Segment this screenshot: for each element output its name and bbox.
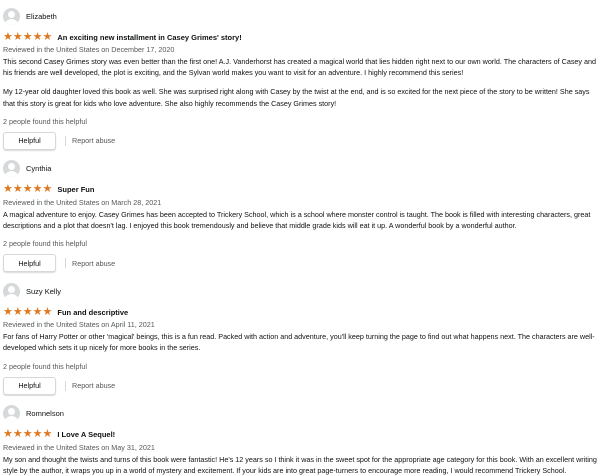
- helpful-button[interactable]: Helpful: [3, 131, 56, 150]
- reviews-list: Elizabeth ★ ★ ★ ★ ★ An exciting new installm…: [0, 0, 597, 476]
- star-icon: ★: [12, 428, 23, 441]
- default-profile-icon: [3, 7, 20, 25]
- star-icon: ★: [32, 30, 43, 43]
- report-abuse-link[interactable]: Report abuse: [72, 259, 115, 268]
- star-icon: ★: [32, 428, 43, 441]
- report-abuse-link[interactable]: Report abuse: [72, 381, 115, 390]
- star-icon: ★: [3, 183, 13, 196]
- helpful-button[interactable]: Helpful: [3, 376, 56, 395]
- divider: [65, 258, 66, 269]
- reviewer-name[interactable]: Romnelson: [26, 409, 64, 418]
- star-icon: ★: [22, 30, 33, 43]
- reviewer-name[interactable]: Suzy Kelly: [26, 287, 61, 296]
- review-paragraph: My son and thought the twists and turns …: [3, 454, 597, 475]
- helpful-count: 2 people found this helpful: [3, 361, 87, 371]
- review-paragraph: My 12-year old daughter loved this book …: [3, 87, 590, 108]
- review-body: For fans of Harry Potter or other 'magic…: [3, 331, 597, 353]
- helpful-count: 2 people found this helpful: [3, 116, 87, 126]
- star-icon: ★: [42, 428, 53, 441]
- reviewer-profile[interactable]: Suzy Kelly: [3, 281, 597, 301]
- reviewer-profile[interactable]: Elizabeth: [3, 6, 597, 26]
- star-icon: ★: [22, 305, 33, 318]
- star-icon: ★: [3, 30, 13, 43]
- review-paragraph: This second Casey Grimes story was even …: [3, 57, 596, 78]
- review-body: A magical adventure to enjoy. Casey Grim…: [3, 209, 597, 231]
- star-rating[interactable]: ★ ★ ★ ★ ★: [3, 30, 53, 43]
- star-icon: ★: [3, 305, 13, 318]
- reviewer-name[interactable]: Cynthia: [26, 164, 51, 173]
- review-item: Suzy Kelly ★ ★ ★ ★ ★ Fun and descriptive Rev…: [3, 281, 597, 395]
- review-item: Romnelson ★ ★ ★ ★ ★ I Love A Sequel! Reviewe…: [3, 404, 597, 476]
- star-rating[interactable]: ★ ★ ★ ★ ★: [3, 305, 53, 318]
- review-title[interactable]: Super Fun: [57, 185, 94, 194]
- star-icon: ★: [42, 183, 53, 196]
- review-title[interactable]: I Love A Sequel!: [57, 430, 115, 439]
- star-icon: ★: [22, 183, 33, 196]
- divider: [65, 135, 66, 146]
- reviewer-profile[interactable]: Cynthia: [3, 159, 597, 179]
- review-item: Cynthia ★ ★ ★ ★ ★ Super Fun Reviewed in the …: [3, 159, 597, 273]
- star-icon: ★: [32, 183, 43, 196]
- star-icon: ★: [22, 428, 33, 441]
- star-icon: ★: [42, 305, 53, 318]
- default-profile-icon: [3, 160, 20, 178]
- review-paragraph: A magical adventure to enjoy. Casey Grim…: [3, 209, 591, 231]
- divider: [65, 380, 66, 391]
- review-date: Reviewed in the United States on April 1…: [3, 320, 155, 330]
- review-item: Elizabeth ★ ★ ★ ★ ★ An exciting new installm…: [3, 6, 597, 150]
- star-icon: ★: [12, 30, 23, 43]
- helpful-count: 2 people found this helpful: [3, 239, 87, 249]
- review-body: My son and thought the twists and turns …: [3, 454, 597, 476]
- star-icon: ★: [3, 428, 13, 441]
- star-rating[interactable]: ★ ★ ★ ★ ★: [3, 429, 52, 440]
- report-abuse-link[interactable]: Report abuse: [72, 136, 115, 145]
- reviewer-profile[interactable]: Romnelson: [3, 404, 597, 424]
- helpful-button[interactable]: Helpful: [3, 254, 56, 273]
- review-paragraph: For fans of Harry Potter or other 'magic…: [3, 332, 595, 353]
- star-icon: ★: [42, 30, 53, 43]
- star-icon: ★: [12, 183, 23, 196]
- default-profile-icon: [3, 282, 20, 300]
- review-title[interactable]: Fun and descriptive: [57, 308, 128, 317]
- review-title[interactable]: An exciting new installment in Casey Gri…: [57, 33, 241, 42]
- reviewer-name[interactable]: Elizabeth: [26, 12, 57, 21]
- star-rating[interactable]: ★ ★ ★ ★ ★: [3, 184, 52, 195]
- review-body: This second Casey Grimes story was even …: [3, 56, 597, 109]
- review-date: Reviewed in the United States on May 31,…: [3, 442, 155, 452]
- star-icon: ★: [32, 305, 43, 318]
- review-date: Reviewed in the United States on March 2…: [3, 197, 162, 207]
- review-date: Reviewed in the United States on Decembe…: [3, 45, 175, 54]
- star-icon: ★: [12, 305, 23, 318]
- default-profile-icon: [3, 405, 20, 423]
